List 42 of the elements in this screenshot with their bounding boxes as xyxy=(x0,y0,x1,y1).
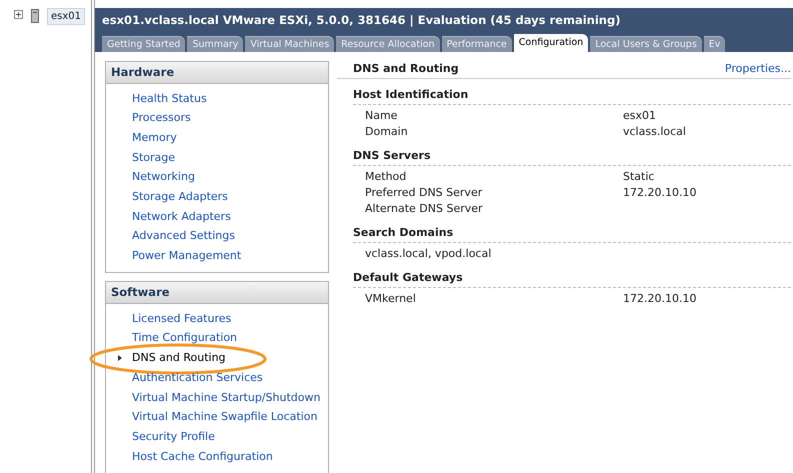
section-title: Software xyxy=(111,284,170,302)
nav-link[interactable]: Virtual Machine Swapfile Location xyxy=(132,409,318,426)
group-heading: Search Domains xyxy=(353,225,454,242)
nav-link[interactable]: Health Status xyxy=(132,90,207,108)
nav-link[interactable]: Networking xyxy=(132,169,195,186)
section-title: Hardware xyxy=(111,64,174,81)
server-icon xyxy=(31,9,39,23)
nav-link[interactable]: Security Profile xyxy=(132,428,215,446)
field-label: Name xyxy=(365,108,398,124)
detail-title: DNS and Routing xyxy=(353,61,459,78)
nav-link[interactable]: Network Adapters xyxy=(132,208,231,226)
group-heading: Default Gateways xyxy=(353,270,463,286)
nav-link[interactable]: Virtual Machine Startup/Shutdown xyxy=(132,390,320,406)
group-heading: Host Identification xyxy=(353,87,468,104)
nav-link[interactable]: Time Configuration xyxy=(132,330,238,347)
field-label: Preferred DNS Server xyxy=(365,184,484,201)
field-value: 172.20.10.10 xyxy=(623,184,696,201)
field-value: Static xyxy=(623,168,654,185)
nav-link[interactable]: Storage Adapters xyxy=(132,189,228,206)
field-label: Domain xyxy=(365,124,409,140)
field-label: VMkernel xyxy=(365,290,417,307)
window-title: esx01.vclass.local VMware ESXi, 5.0.0, 381646 | Evaluation (45 days remaining) xyxy=(102,12,622,29)
field-value: esx01 xyxy=(623,108,656,124)
field-label: vclass.local, vpod.local xyxy=(365,246,492,262)
tree-item[interactable]: esx01 xyxy=(47,8,86,25)
nav-link[interactable]: Power Management xyxy=(132,248,242,265)
field-value: vclass.local xyxy=(623,124,686,140)
field-value: 172.20.10.10 xyxy=(623,290,696,307)
nav-link[interactable]: Licensed Features xyxy=(132,310,232,328)
nav-link[interactable]: Advanced Settings xyxy=(132,228,235,245)
nav-link[interactable]: Host Cache Configuration xyxy=(132,448,273,466)
tab[interactable]: Configuration xyxy=(514,34,588,52)
nav-link[interactable]: Storage xyxy=(132,150,176,166)
field-label: Method xyxy=(365,168,408,185)
group-heading: DNS Servers xyxy=(353,148,430,164)
nav-link[interactable]: Authentication Services xyxy=(132,370,263,386)
nav-link[interactable]: Processors xyxy=(132,110,191,127)
selection-arrow-icon xyxy=(118,355,122,362)
expand-toggle[interactable]: + xyxy=(14,10,23,19)
properties-link[interactable]: Properties... xyxy=(724,61,791,78)
field-label: Alternate DNS Server xyxy=(365,200,484,217)
nav-link[interactable]: Memory xyxy=(132,130,177,146)
